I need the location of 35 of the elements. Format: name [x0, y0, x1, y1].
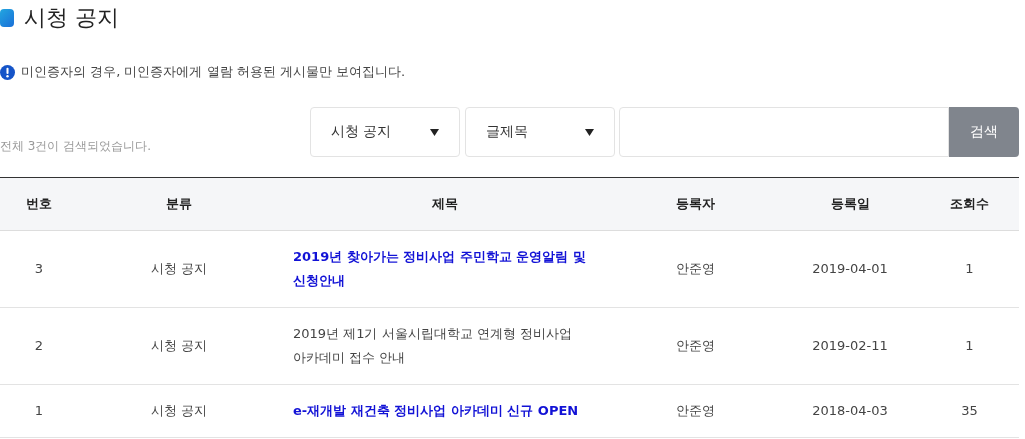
category-cell: 시청 공지	[150, 261, 208, 276]
exclamation-icon	[0, 64, 15, 80]
title-link[interactable]: e-재개발 재건축 정비사업 아카데미 신규 OPEN	[293, 399, 579, 423]
date-cell: 2019-04-01	[812, 261, 888, 276]
category-cell: 시청 공지	[150, 403, 208, 418]
views-cell: 1	[965, 338, 974, 353]
number-cell: 3	[34, 261, 44, 276]
column-header: 분류	[166, 195, 192, 213]
author-cell: 안준영	[675, 261, 715, 276]
field-dropdown[interactable]: 글제목	[465, 107, 615, 157]
author-cell: 안준영	[675, 338, 715, 353]
column-header: 등록자	[675, 195, 715, 213]
column-header: 번호	[26, 195, 52, 213]
column-header: 제목	[432, 195, 458, 213]
author-cell: 안준영	[675, 403, 715, 418]
date-cell: 2019-02-11	[812, 338, 888, 353]
notice-text: 미인증자의 경우, 미인증자에게 열람 허용된 게시물만 보여집니다.	[21, 63, 406, 81]
column-header: 등록일	[830, 195, 870, 213]
page-title: 시청 공지	[24, 4, 119, 32]
title-link[interactable]: 2019년 찾아가는 정비사업 주민학교 운영알림 및 신청안내	[293, 245, 593, 293]
category-dropdown[interactable]: 시청 공지	[310, 107, 460, 157]
result-count: 전체 3건이 검색되었습니다.	[0, 138, 153, 155]
search-button[interactable]: 검색	[949, 107, 1019, 157]
caret-icon	[585, 128, 594, 136]
views-cell: 35	[961, 403, 978, 418]
date-cell: 2018-04-03	[812, 403, 888, 418]
title-marker-icon	[0, 9, 14, 27]
number-cell: 1	[34, 403, 44, 418]
title-link[interactable]: 2019년 제1기 서울시립대학교 연계형 정비사업 아카데미 접수 안내	[293, 322, 593, 370]
category-cell: 시청 공지	[150, 338, 208, 353]
views-cell: 1	[965, 261, 974, 276]
column-header: 조회수	[950, 195, 989, 213]
caret-icon	[430, 128, 439, 136]
search-field[interactable]	[619, 107, 949, 157]
number-cell: 2	[34, 338, 44, 353]
